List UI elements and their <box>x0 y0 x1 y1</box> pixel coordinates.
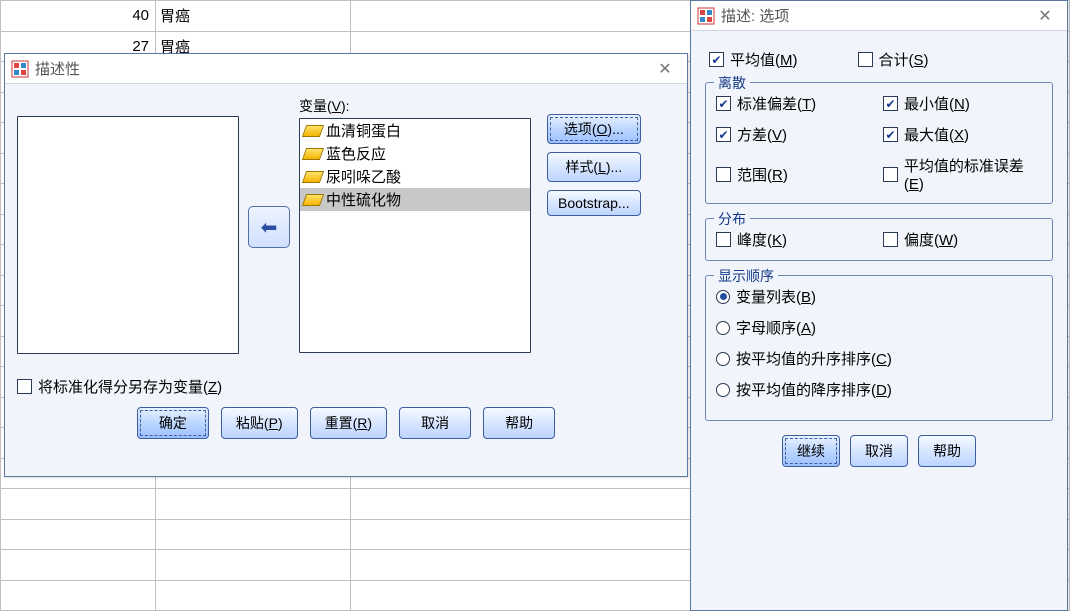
sum-label: 合计(S) <box>879 49 929 70</box>
variables-label: 变量(V): <box>299 96 531 116</box>
options-titlebar[interactable]: 描述: 选项 ✕ <box>691 1 1067 31</box>
scale-icon <box>302 125 324 137</box>
scale-icon <box>302 171 324 183</box>
range-checkbox[interactable] <box>716 167 731 182</box>
kurtosis-checkbox[interactable] <box>716 232 731 247</box>
reset-button[interactable]: 重置(R) <box>310 407 387 439</box>
dispersion-title: 离散 <box>714 73 750 93</box>
spss-app-icon <box>11 60 29 78</box>
sum-checkbox[interactable] <box>858 52 873 67</box>
style-button[interactable]: 样式(L)... <box>547 152 641 182</box>
order-variable-list-radio[interactable] <box>716 290 730 304</box>
options-dialog: 描述: 选项 ✕ 平均值(M) 合计(S) 离散 标准偏差(T) 最小值(N) … <box>690 0 1068 611</box>
order-descending-mean-radio[interactable] <box>716 383 730 397</box>
mean-label: 平均值(M) <box>730 49 798 70</box>
variable-item[interactable]: 中性硫化物 <box>300 188 530 211</box>
paste-button[interactable]: 粘贴(P) <box>221 407 298 439</box>
dispersion-group: 离散 标准偏差(T) 最小值(N) 方差(V) 最大值(X) 范围(R) 平均值… <box>705 82 1053 204</box>
help-button[interactable]: 帮助 <box>483 407 555 439</box>
variable-item[interactable]: 血清铜蛋白 <box>300 119 530 142</box>
stddev-checkbox[interactable] <box>716 96 731 111</box>
save-z-checkbox[interactable] <box>17 379 32 394</box>
range-label: 范围(R) <box>737 164 788 185</box>
options-help-button[interactable]: 帮助 <box>918 435 976 467</box>
descriptives-title: 描述性 <box>35 58 80 79</box>
variance-label: 方差(V) <box>737 124 787 145</box>
save-z-label: 将标准化得分另存为变量(Z) <box>38 376 222 397</box>
skewness-label: 偏度(W) <box>904 229 958 250</box>
bootstrap-button[interactable]: Bootstrap... <box>547 190 641 216</box>
max-checkbox[interactable] <box>883 127 898 142</box>
distribution-group: 分布 峰度(K) 偏度(W) <box>705 218 1053 261</box>
kurtosis-label: 峰度(K) <box>737 229 787 250</box>
cell-txt: 胃癌 <box>156 1 351 32</box>
order-descending-mean-label: 按平均值的降序排序(D) <box>736 379 892 400</box>
distribution-title: 分布 <box>714 209 750 229</box>
spss-app-icon <box>697 7 715 25</box>
variable-label: 中性硫化物 <box>326 189 401 210</box>
move-left-button[interactable]: ⬅ <box>248 206 290 248</box>
max-label: 最大值(X) <box>904 124 969 145</box>
options-button[interactable]: 选项(O)... <box>547 114 641 144</box>
variable-item[interactable]: 蓝色反应 <box>300 142 530 165</box>
variable-label: 蓝色反应 <box>326 143 386 164</box>
min-label: 最小值(N) <box>904 93 970 114</box>
source-variable-listbox[interactable] <box>17 116 239 354</box>
variable-item[interactable]: 尿吲哚乙酸 <box>300 165 530 188</box>
close-icon[interactable]: ✕ <box>1027 3 1063 29</box>
order-alphabetic-label: 字母顺序(A) <box>736 317 816 338</box>
display-order-group: 显示顺序 变量列表(B) 字母顺序(A) 按平均值的升序排序(C) 按平均值的降… <box>705 275 1053 421</box>
close-icon[interactable]: ✕ <box>647 56 683 82</box>
order-ascending-mean-radio[interactable] <box>716 352 730 366</box>
skewness-checkbox[interactable] <box>883 232 898 247</box>
arrow-left-icon: ⬅ <box>261 215 278 240</box>
continue-button[interactable]: 继续 <box>782 435 840 467</box>
min-checkbox[interactable] <box>883 96 898 111</box>
options-title: 描述: 选项 <box>721 5 789 26</box>
order-alphabetic-radio[interactable] <box>716 321 730 335</box>
cancel-button[interactable]: 取消 <box>399 407 471 439</box>
cell-num: 40 <box>1 1 156 32</box>
semean-checkbox[interactable] <box>883 167 898 182</box>
variables-listbox[interactable]: 血清铜蛋白 蓝色反应 尿吲哚乙酸 中性硫化物 <box>299 118 531 353</box>
variable-label: 尿吲哚乙酸 <box>326 166 401 187</box>
ok-button[interactable]: 确定 <box>137 407 209 439</box>
variable-label: 血清铜蛋白 <box>326 120 401 141</box>
descriptives-dialog: 描述性 ✕ ⬅ 变量(V): 血清铜蛋白 蓝色反应 尿吲哚乙酸 中性硫化物 <box>4 53 688 477</box>
order-variable-list-label: 变量列表(B) <box>736 286 816 307</box>
semean-label: 平均值的标准误差(E) <box>904 155 1042 193</box>
order-ascending-mean-label: 按平均值的升序排序(C) <box>736 348 892 369</box>
scale-icon <box>302 148 324 160</box>
display-order-title: 显示顺序 <box>714 266 778 286</box>
variance-checkbox[interactable] <box>716 127 731 142</box>
descriptives-titlebar[interactable]: 描述性 ✕ <box>5 54 687 84</box>
stddev-label: 标准偏差(T) <box>737 93 816 114</box>
options-cancel-button[interactable]: 取消 <box>850 435 908 467</box>
scale-icon <box>302 194 324 206</box>
mean-checkbox[interactable] <box>709 52 724 67</box>
